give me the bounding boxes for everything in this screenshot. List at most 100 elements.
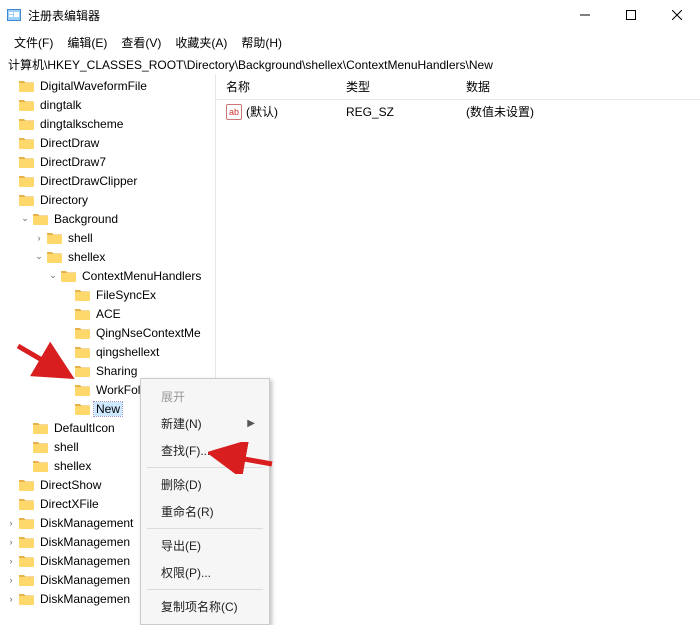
tree-item[interactable]: ⌄ContextMenuHandlers (0, 266, 215, 285)
tree-item-label: DirectShow (38, 478, 103, 492)
separator (147, 467, 263, 468)
folder-icon (18, 79, 34, 93)
ctx-export[interactable]: 导出(E) (141, 532, 269, 559)
folder-icon (46, 250, 62, 264)
tree-item[interactable]: DigitalWaveformFile (0, 76, 215, 95)
tree-item[interactable]: Directory (0, 190, 215, 209)
ctx-copy-key-name[interactable]: 复制项名称(C) (141, 593, 269, 620)
tree-item[interactable]: ⌄shellex (0, 247, 215, 266)
folder-icon (18, 573, 34, 587)
tree-item[interactable]: qingshellext (0, 342, 215, 361)
tree-item[interactable]: QingNseContextMe (0, 323, 215, 342)
column-data[interactable]: 数据 (466, 78, 694, 95)
tree-item[interactable]: dingtalkscheme (0, 114, 215, 133)
chevron-down-icon[interactable]: ⌄ (32, 251, 46, 262)
value-row[interactable]: ab (默认) REG_SZ (数值未设置) (216, 100, 700, 123)
chevron-right-icon[interactable]: › (4, 518, 18, 528)
tree-item-label: Sharing (94, 364, 139, 378)
folder-icon (18, 497, 34, 511)
chevron-right-icon[interactable]: › (4, 594, 18, 604)
tree-item[interactable]: ⌄ Background (0, 209, 215, 228)
tree-item-label: QingNseContextMe (94, 326, 203, 340)
folder-icon (74, 383, 90, 397)
tree-item[interactable]: ACE (0, 304, 215, 323)
close-button[interactable] (654, 0, 700, 30)
value-data: (数值未设置) (466, 103, 694, 120)
ctx-find[interactable]: 查找(F)... (141, 437, 269, 464)
tree-item-label: ACE (94, 307, 123, 321)
tree-item[interactable]: DirectDraw7 (0, 152, 215, 171)
chevron-right-icon[interactable]: › (4, 556, 18, 566)
menu-view[interactable]: 查看(V) (115, 32, 167, 53)
tree-item-label: DirectDraw (38, 136, 101, 150)
separator (147, 589, 263, 590)
folder-icon (32, 212, 48, 226)
minimize-button[interactable] (562, 0, 608, 30)
ctx-permissions[interactable]: 权限(P)... (141, 559, 269, 586)
ctx-new[interactable]: 新建(N)▶ (141, 410, 269, 437)
address-bar[interactable]: 计算机\HKEY_CLASSES_ROOT\Directory\Backgrou… (0, 54, 700, 74)
tree-item-label: Background (52, 212, 120, 226)
chevron-down-icon[interactable]: ⌄ (46, 270, 60, 281)
string-value-icon: ab (226, 104, 242, 120)
value-name: (默认) (246, 103, 278, 120)
tree-item-label: Directory (38, 193, 90, 207)
folder-icon (74, 326, 90, 340)
folder-icon (60, 269, 76, 283)
column-name[interactable]: 名称 (226, 78, 346, 95)
column-headers: 名称 类型 数据 (216, 74, 700, 100)
value-list[interactable]: 名称 类型 数据 ab (默认) REG_SZ (数值未设置) (216, 74, 700, 610)
tree-item-label: DirectXFile (38, 497, 101, 511)
chevron-down-icon[interactable]: ⌄ (18, 213, 32, 224)
tree-item-label: DigitalWaveformFile (38, 79, 149, 93)
tree-item-label: FileSyncEx (94, 288, 158, 302)
menu-help[interactable]: 帮助(H) (235, 32, 288, 53)
regedit-icon (6, 7, 22, 23)
menu-bar: 文件(F) 编辑(E) 查看(V) 收藏夹(A) 帮助(H) (0, 30, 700, 54)
tree-item-label: shell (52, 440, 81, 454)
folder-icon (74, 307, 90, 321)
tree-item[interactable]: › shell (0, 228, 215, 247)
folder-icon (18, 535, 34, 549)
ctx-rename[interactable]: 重命名(R) (141, 498, 269, 525)
folder-icon (18, 174, 34, 188)
folder-icon (32, 421, 48, 435)
submenu-arrow-icon: ▶ (247, 418, 255, 429)
chevron-right-icon[interactable]: › (4, 575, 18, 585)
menu-favorites[interactable]: 收藏夹(A) (169, 32, 233, 53)
tree-item[interactable]: FileSyncEx (0, 285, 215, 304)
tree-item[interactable]: DirectDrawClipper (0, 171, 215, 190)
folder-icon (74, 345, 90, 359)
menu-file[interactable]: 文件(F) (8, 32, 59, 53)
tree-item[interactable]: dingtalk (0, 95, 215, 114)
column-type[interactable]: 类型 (346, 78, 466, 95)
chevron-right-icon[interactable]: › (4, 537, 18, 547)
tree-item-label: DiskManagement (38, 516, 135, 530)
tree-item-label: dingtalk (38, 98, 83, 112)
ctx-expand: 展开 (141, 383, 269, 410)
ctx-delete[interactable]: 删除(D) (141, 471, 269, 498)
tree-item-label: DiskManagemen (38, 554, 132, 568)
folder-icon (18, 98, 34, 112)
folder-icon (18, 592, 34, 606)
tree-item-label: shell (66, 231, 95, 245)
folder-icon (18, 136, 34, 150)
folder-icon (18, 516, 34, 530)
title-bar: 注册表编辑器 (0, 0, 700, 30)
tree-item-label: DirectDraw7 (38, 155, 108, 169)
tree-item-label: DirectDrawClipper (38, 174, 139, 188)
tree-item[interactable]: DirectDraw (0, 133, 215, 152)
maximize-button[interactable] (608, 0, 654, 30)
tree-item-label: shellex (52, 459, 93, 473)
context-menu: 展开 新建(N)▶ 查找(F)... 删除(D) 重命名(R) 导出(E) 权限… (140, 378, 270, 625)
tree-item-label: qingshellext (94, 345, 161, 359)
folder-icon (74, 402, 90, 416)
tree-item-label: DiskManagemen (38, 592, 132, 606)
separator (147, 528, 263, 529)
folder-icon (18, 478, 34, 492)
folder-icon (18, 155, 34, 169)
folder-icon (32, 459, 48, 473)
chevron-right-icon[interactable]: › (32, 233, 46, 243)
folder-icon (74, 364, 90, 378)
menu-edit[interactable]: 编辑(E) (61, 32, 113, 53)
